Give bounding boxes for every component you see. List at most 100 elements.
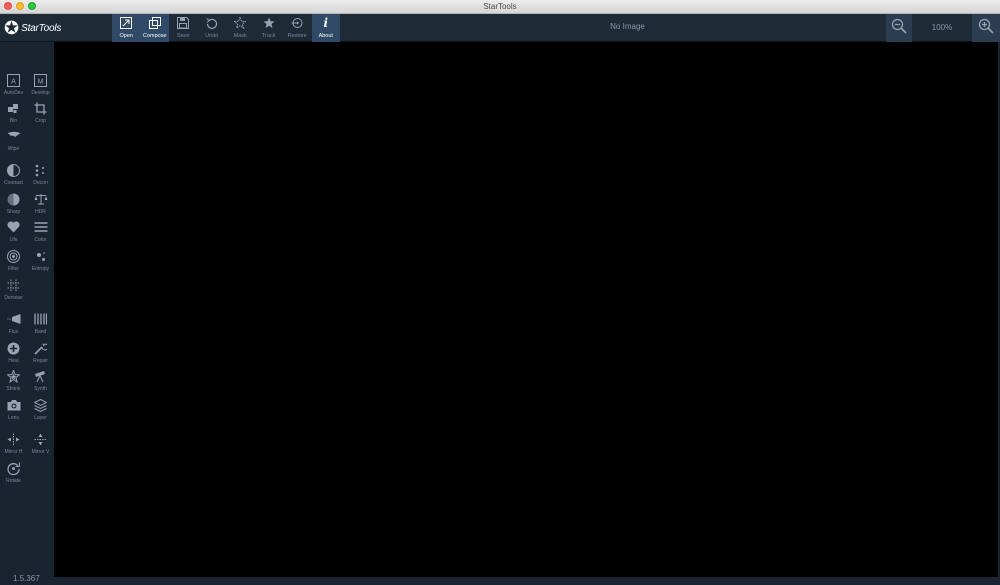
compose-button[interactable]: Compose — [140, 14, 169, 42]
zoom-out-icon — [891, 18, 907, 39]
svg-text:M: M — [38, 78, 44, 85]
tool-label: Bin — [9, 118, 18, 124]
develop-icon: M — [34, 73, 48, 87]
restore-button[interactable]: Restore — [283, 14, 312, 42]
zoom-in-button[interactable] — [972, 14, 1000, 42]
tool-sharp[interactable]: Sharp — [0, 191, 27, 219]
restore-label: Restore — [287, 33, 307, 39]
about-label: About — [318, 33, 333, 39]
open-label: Open — [119, 33, 133, 39]
track-icon — [262, 16, 276, 30]
image-canvas[interactable] — [54, 42, 998, 577]
tool-label: Repair — [33, 358, 48, 364]
tool-label: Rotate — [6, 478, 21, 484]
tool-develop[interactable]: M Develop — [27, 72, 54, 100]
tool-label: Develop — [31, 90, 50, 96]
logo-text: StarTools — [21, 22, 62, 34]
mask-button[interactable]: Mask — [226, 14, 255, 42]
color-icon — [34, 220, 48, 234]
svg-text:A: A — [11, 78, 16, 85]
tool-wipe[interactable]: Wipe — [0, 128, 27, 156]
minimize-window-button[interactable] — [16, 2, 24, 10]
tool-lens[interactable]: Lens — [0, 397, 27, 425]
tool-flux[interactable]: Flux — [0, 311, 27, 339]
tool-crop[interactable]: Crop — [27, 100, 54, 128]
tool-synth[interactable]: Synth — [27, 368, 54, 396]
close-window-button[interactable] — [4, 2, 12, 10]
tool-label: Mirror H — [4, 449, 23, 455]
tool-bin[interactable]: Bin — [0, 100, 27, 128]
window-titlebar: StarTools — [0, 0, 1000, 14]
save-label: Save — [176, 33, 190, 39]
tool-rotate[interactable]: Rotate — [0, 460, 27, 488]
top-toolbar: ✪ StarTools Open Compose Save Undo Mask … — [0, 14, 1000, 42]
crop-icon — [34, 101, 48, 115]
tool-label: Band — [34, 329, 47, 335]
tool-autodev[interactable]: A AutoDev — [0, 72, 27, 100]
zoom-level: 100% — [931, 23, 953, 32]
tools-sidebar: A AutoDev M Develop Bin Crop Wipe Contra… — [0, 42, 54, 585]
window-controls — [4, 2, 36, 10]
version-label: 1.5.367 — [13, 574, 40, 583]
app-logo: ✪ StarTools — [4, 16, 61, 40]
bin-icon — [7, 101, 21, 115]
tool-label: Wipe — [7, 146, 20, 152]
open-icon — [119, 16, 133, 30]
about-button[interactable]: i About — [311, 14, 340, 42]
heart-icon — [7, 220, 21, 234]
flux-icon — [7, 312, 21, 326]
tool-repair[interactable]: Repair — [27, 340, 54, 368]
window-title: StarTools — [483, 2, 517, 11]
zoom-out-button[interactable] — [886, 14, 912, 42]
tool-label: Life — [9, 237, 18, 243]
info-icon: i — [323, 16, 329, 30]
tool-band[interactable]: Band — [27, 311, 54, 339]
undo-icon — [205, 16, 219, 30]
tool-label: Crop — [35, 118, 46, 124]
telescope-icon — [34, 369, 48, 383]
entropy-icon — [34, 249, 48, 263]
mask-icon — [233, 16, 247, 30]
tool-label: Layer — [34, 415, 47, 421]
tool-label: AutoDev — [3, 90, 24, 96]
tool-label: Sharp — [6, 209, 21, 215]
tool-label: Contrast — [4, 180, 23, 186]
tool-label: Entropy — [31, 266, 50, 272]
tool-hdr[interactable]: HDR — [27, 191, 54, 219]
tool-layer[interactable]: Layer — [27, 397, 54, 425]
sharp-icon — [7, 192, 21, 206]
wrench-icon — [34, 341, 48, 355]
open-button[interactable]: Open — [112, 14, 141, 42]
layers-icon — [34, 398, 48, 412]
maximize-window-button[interactable] — [28, 2, 36, 10]
undo-label: Undo — [205, 33, 219, 39]
tool-mirror-h[interactable]: Mirror H — [0, 431, 27, 459]
zoom-in-icon — [978, 18, 994, 39]
tool-heal[interactable]: Heal — [0, 340, 27, 368]
toolbar-buttons: Open Compose Save Undo Mask Track Restor… — [112, 14, 340, 42]
tool-label: Lens — [8, 415, 19, 421]
mirror-h-icon — [7, 432, 21, 446]
star-logo-icon: ✪ — [4, 18, 20, 38]
tool-decon[interactable]: Decon — [27, 162, 54, 190]
camera-icon — [7, 398, 21, 412]
tool-mirror-v[interactable]: Mirror V — [27, 431, 54, 459]
tool-entropy[interactable]: Entropy — [27, 248, 54, 276]
shrink-icon — [7, 369, 21, 383]
rotate-icon — [7, 461, 21, 475]
compose-label: Compose — [142, 33, 167, 39]
tool-denoise[interactable]: Denoise — [0, 277, 27, 305]
tool-shrink[interactable]: Shrink — [0, 368, 27, 396]
save-button[interactable]: Save — [169, 14, 198, 42]
tool-life[interactable]: Life — [0, 219, 27, 247]
tool-label: Synth — [34, 386, 47, 392]
filter-icon — [7, 249, 21, 263]
track-button[interactable]: Track — [255, 14, 284, 42]
tool-contrast[interactable]: Contrast — [0, 162, 27, 190]
undo-button[interactable]: Undo — [198, 14, 227, 42]
band-icon — [34, 312, 48, 326]
autodev-icon: A — [7, 73, 21, 87]
tool-label: Denoise — [4, 295, 23, 301]
tool-color[interactable]: Color — [27, 219, 54, 247]
tool-filter[interactable]: Filter — [0, 248, 27, 276]
